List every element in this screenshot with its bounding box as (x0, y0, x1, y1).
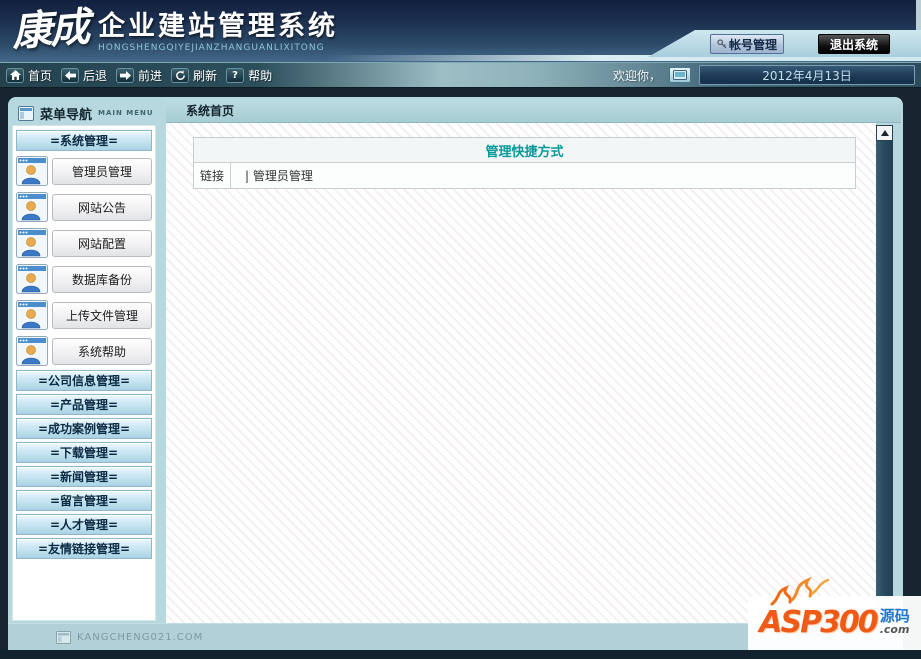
welcome-text: 欢迎你， (612, 68, 661, 83)
asp300-domain-text: .com (879, 623, 910, 636)
app-title: 企业建站管理系统 (98, 11, 338, 42)
sidebar-section-news[interactable]: =新闻管理= (16, 466, 152, 487)
header: 康成 企业建站管理系统 HONGSHENGQIYEJIANZHANGUANLIX… (0, 0, 921, 62)
sidebar-section-cases[interactable]: =成功案例管理= (16, 418, 152, 439)
user-window-icon (16, 156, 48, 186)
logo: 康成 企业建站管理系统 HONGSHENGQIYEJIANZHANGUANLIX… (10, 3, 338, 56)
link-row-value: | 管理员管理 (231, 163, 855, 188)
asp300-watermark: ASP300 源码 .com (748, 576, 921, 650)
table-title: 管理快捷方式 (194, 138, 855, 163)
sidebar-item-label: 网站配置 (52, 229, 152, 257)
sidebar-item-label: 管理员管理 (52, 157, 152, 185)
key-icon (717, 39, 727, 49)
link-row-label: 链接 (194, 163, 231, 188)
content-scrollbar[interactable] (876, 125, 893, 598)
user-window-icon (16, 228, 48, 258)
triangle-up-icon (880, 130, 889, 136)
navbar-status: 欢迎你， 2012年4月13日 (613, 65, 921, 85)
nav-home-label: 首页 (28, 68, 53, 83)
sidebar-item-label: 网站公告 (52, 193, 152, 221)
nav-help-button[interactable]: ? 帮助 (226, 67, 272, 84)
date-display: 2012年4月13日 (699, 65, 915, 85)
sidebar-section-downloads[interactable]: =下载管理= (16, 442, 152, 463)
sidebar-section-products[interactable]: =产品管理= (16, 394, 152, 415)
help-icon: ? (226, 67, 245, 83)
content-tabbar: 系统首页 (166, 99, 901, 123)
footer-window-icon (56, 630, 71, 644)
main-panel: 菜单导航 MAIN MENU =系统管理= 管理员管理 网站公告 网站配置 数据… (8, 97, 903, 650)
navbar-actions: 首页 后退 前进 刷新 ? 帮助 (0, 67, 281, 84)
sidebar-header: 菜单导航 MAIN MENU (12, 101, 158, 125)
flame-icon (766, 574, 836, 608)
nav-forward-button[interactable]: 前进 (116, 67, 162, 84)
sidebar-item-db-backup[interactable]: 数据库备份 (16, 262, 152, 296)
asp300-suffix-text: 源码 (879, 607, 910, 625)
sidebar-subtitle: MAIN MENU (98, 109, 154, 117)
content-area: 管理快捷方式 链接 | 管理员管理 (166, 123, 876, 623)
table-row: 链接 | 管理员管理 (194, 163, 855, 188)
nav-home-button[interactable]: 首页 (6, 67, 52, 84)
header-button-tray: 帐号管理 退出系统 (648, 30, 921, 57)
user-window-icon (16, 300, 48, 330)
logo-script-text: 康成 (10, 3, 90, 56)
monitor-icon (669, 67, 691, 83)
arrow-left-icon (61, 67, 80, 83)
edge-strip (916, 0, 921, 30)
admin-manage-link[interactable]: | 管理员管理 (245, 167, 313, 184)
sidebar-item-system-help[interactable]: 系统帮助 (16, 334, 152, 368)
home-icon (6, 67, 24, 83)
sidebar-item-site-config[interactable]: 网站配置 (16, 226, 152, 260)
sidebar: 菜单导航 MAIN MENU =系统管理= 管理员管理 网站公告 网站配置 数据… (12, 101, 158, 621)
nav-back-button[interactable]: 后退 (61, 67, 107, 84)
logout-button[interactable]: 退出系统 (818, 34, 890, 54)
nav-forward-label: 前进 (138, 68, 163, 83)
sidebar-section-system[interactable]: =系统管理= (16, 130, 152, 151)
scroll-up-button[interactable] (876, 125, 893, 141)
refresh-icon (171, 67, 190, 83)
user-window-icon (16, 336, 48, 366)
account-manage-button[interactable]: 帐号管理 (710, 34, 784, 54)
quick-links-table: 管理快捷方式 链接 | 管理员管理 (193, 137, 856, 189)
sidebar-item-site-notice[interactable]: 网站公告 (16, 190, 152, 224)
sidebar-item-label: 上传文件管理 (52, 301, 152, 329)
sidebar-section-messages[interactable]: =留言管理= (16, 490, 152, 511)
nav-refresh-label: 刷新 (193, 68, 218, 83)
account-manage-label: 帐号管理 (728, 37, 777, 52)
sidebar-title: 菜单导航 (40, 107, 93, 123)
nav-refresh-button[interactable]: 刷新 (171, 67, 217, 84)
sidebar-item-admin-manage[interactable]: 管理员管理 (16, 154, 152, 188)
user-window-icon (16, 192, 48, 222)
sidebar-item-label: 系统帮助 (52, 337, 152, 365)
bottom-strip (0, 650, 921, 659)
nav-back-label: 后退 (83, 68, 108, 83)
logout-label: 退出系统 (829, 37, 878, 52)
footer-site-text: KANGCHENG021.COM (77, 631, 204, 643)
sidebar-section-company-info[interactable]: =公司信息管理= (16, 370, 152, 391)
asp300-brand-text: ASP300 (759, 605, 878, 640)
sidebar-item-label: 数据库备份 (52, 265, 152, 293)
navbar: 首页 后退 前进 刷新 ? 帮助 欢迎你， 2012年4月13日 (0, 62, 921, 88)
arrow-right-icon (116, 67, 135, 83)
menu-window-icon (18, 105, 34, 121)
scrollbar-track[interactable] (876, 141, 893, 598)
nav-help-label: 帮助 (248, 68, 273, 83)
app-window: 康成 企业建站管理系统 HONGSHENGQIYEJIANZHANGUANLIX… (0, 0, 921, 659)
tab-system-home[interactable]: 系统首页 (166, 102, 234, 119)
sidebar-item-upload-files[interactable]: 上传文件管理 (16, 298, 152, 332)
sidebar-section-links[interactable]: =友情链接管理= (16, 538, 152, 559)
user-window-icon (16, 264, 48, 294)
sidebar-menu: =系统管理= 管理员管理 网站公告 网站配置 数据库备份 上传文件管理 系统帮助… (12, 125, 156, 621)
app-subtitle: HONGSHENGQIYEJIANZHANGUANLIXITONG (98, 43, 325, 53)
sidebar-section-talent[interactable]: =人才管理= (16, 514, 152, 535)
